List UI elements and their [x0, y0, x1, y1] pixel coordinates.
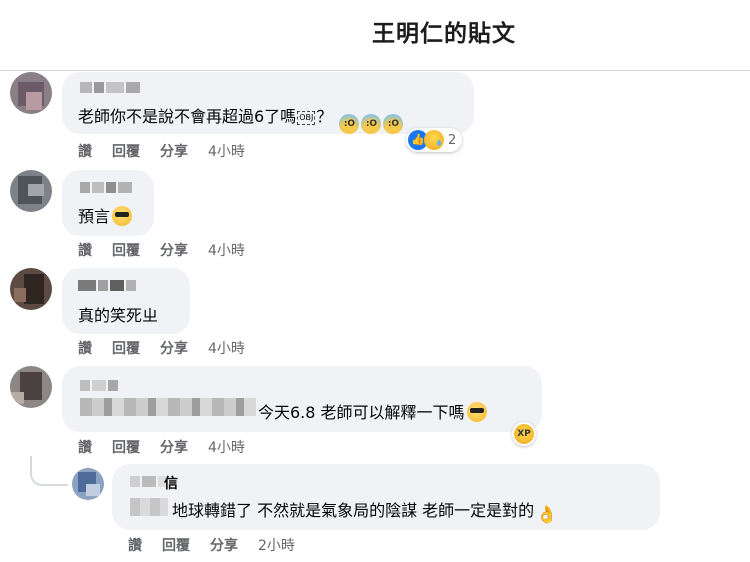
comment-text-body: 地球轉錯了 不然就是氣象局的陰謀 老師一定是對的: [172, 501, 535, 520]
share-button[interactable]: 分享: [160, 141, 188, 161]
avatar[interactable]: [10, 170, 52, 212]
comment-bubble: 老師你不是說不會再超過6了嗎 OBJ？ :O:O:O: [62, 72, 474, 134]
comment-text-body: 預言: [78, 207, 111, 226]
comment-actions: 讚 回覆 分享 4小時: [78, 240, 245, 260]
like-button[interactable]: 讚: [128, 535, 142, 555]
reaction-count: 2: [448, 132, 457, 148]
comment-text: 地球轉錯了 不然就是氣象局的陰謀 老師一定是對的 👌: [172, 497, 558, 525]
avatar[interactable]: [72, 468, 104, 500]
timestamp[interactable]: 4小時: [208, 437, 245, 457]
comment-text: 老師你不是說不會再超過6了嗎 OBJ？ :O:O:O: [78, 103, 404, 134]
share-button[interactable]: 分享: [160, 437, 188, 457]
comment-bubble: 真的笑死ㄓ: [62, 268, 190, 334]
like-button[interactable]: 讚: [78, 437, 92, 457]
avatar[interactable]: [10, 72, 52, 114]
share-button[interactable]: 分享: [160, 240, 188, 260]
reply-thread-line: [30, 456, 68, 486]
commenter-name-blurred[interactable]: [78, 280, 136, 291]
comment-actions: 讚 回覆 分享 4小時: [78, 437, 245, 457]
like-button[interactable]: 讚: [78, 141, 92, 161]
squinting-tongue-face-icon: XP: [514, 424, 534, 444]
reply-button[interactable]: 回覆: [162, 535, 190, 555]
blurred-text-block: [130, 498, 168, 516]
screaming-face-icon: :O: [339, 114, 360, 134]
sunglasses-face-icon: [466, 402, 487, 422]
reaction-summary[interactable]: 👍 2: [406, 128, 463, 152]
avatar[interactable]: [10, 268, 52, 310]
timestamp[interactable]: 4小時: [208, 338, 245, 358]
share-button[interactable]: 分享: [210, 535, 238, 555]
reply-button[interactable]: 回覆: [112, 338, 140, 358]
post-header: 王明仁的貼文: [0, 0, 750, 71]
commenter-name-blurred[interactable]: [80, 380, 118, 391]
comment-actions: 讚 回覆 分享 4小時: [78, 338, 245, 358]
comment-text: 預言: [78, 203, 133, 227]
comment-text-body: 老師你不是說不會再超過6了嗎: [78, 107, 297, 126]
reply-button[interactable]: 回覆: [112, 437, 140, 457]
screaming-face-icon: :O: [361, 114, 382, 134]
reply-button[interactable]: 回覆: [112, 141, 140, 161]
reply-button[interactable]: 回覆: [112, 240, 140, 260]
timestamp[interactable]: 4小時: [208, 141, 245, 161]
comment-actions: 讚 回覆 分享 4小時: [78, 141, 245, 161]
like-button[interactable]: 讚: [78, 240, 92, 260]
comment-bubble: 今天6.8 老師可以解釋一下嗎: [62, 366, 542, 432]
sunglasses-face-icon: [112, 206, 133, 226]
like-button[interactable]: 讚: [78, 338, 92, 358]
comment-text-body: 今天6.8 老師可以解釋一下嗎: [258, 403, 465, 422]
timestamp[interactable]: 4小時: [208, 240, 245, 260]
sad-reaction-icon: [424, 130, 444, 150]
commenter-name-blurred[interactable]: [130, 476, 168, 487]
avatar[interactable]: [10, 366, 52, 408]
share-button[interactable]: 分享: [160, 338, 188, 358]
commenter-name-fragment[interactable]: 信: [164, 473, 178, 493]
obj-placeholder-glyph: OBJ: [297, 111, 316, 125]
commenter-name-blurred[interactable]: [80, 182, 132, 193]
comment-text-tail: ？: [316, 107, 333, 126]
reply-bubble: 信 地球轉錯了 不然就是氣象局的陰謀 老師一定是對的 👌: [112, 464, 660, 530]
comment-bubble: 預言: [62, 170, 154, 236]
screaming-face-icon: :O: [383, 114, 404, 134]
timestamp[interactable]: 2小時: [258, 535, 295, 555]
comment-text: 真的笑死ㄓ: [78, 306, 159, 325]
blurred-text-block: [80, 398, 256, 416]
comment-actions: 讚 回覆 分享 2小時: [128, 535, 295, 555]
comment-text: 今天6.8 老師可以解釋一下嗎: [258, 399, 487, 423]
reaction-summary[interactable]: XP: [512, 422, 536, 446]
commenter-name-blurred[interactable]: [80, 82, 140, 93]
ok-hand-icon: 👌: [536, 505, 558, 525]
page-title: 王明仁的貼文: [372, 21, 516, 47]
